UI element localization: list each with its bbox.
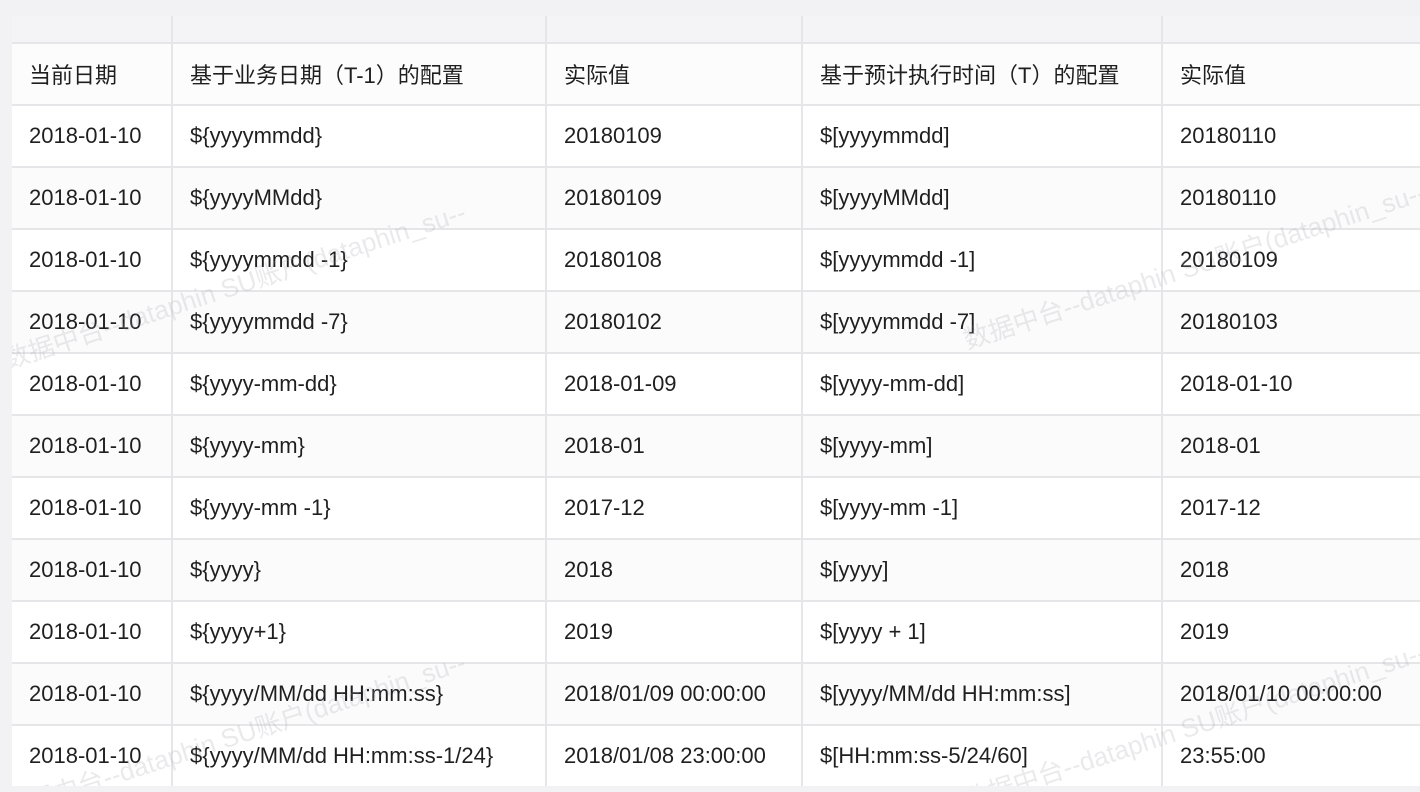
cell-execution-time-value: 20180110 <box>1162 167 1420 230</box>
table-row: 2018-01-10 ${yyyy/MM/dd HH:mm:ss-1/24} 2… <box>12 725 1420 786</box>
cell-business-date-value: 20180102 <box>546 291 803 354</box>
cell-current-date: 2018-01-10 <box>12 663 173 726</box>
cell-current-date: 2018-01-10 <box>12 725 173 786</box>
cell-business-date-config: ${yyyy-mm -1} <box>172 477 547 540</box>
cell-current-date: 2018-01-10 <box>12 415 173 478</box>
cell-execution-time-value: 20180109 <box>1162 229 1420 292</box>
strip-cell <box>1162 16 1420 44</box>
cell-business-date-config: ${yyyymmdd -1} <box>172 229 547 292</box>
cell-execution-time-config: $[yyyy + 1] <box>802 601 1163 664</box>
cell-current-date: 2018-01-10 <box>12 477 173 540</box>
variable-config-table: 当前日期 基于业务日期（T-1）的配置 实际值 基于预计执行时间（T）的配置 实… <box>12 16 1420 786</box>
table-row: 2018-01-10 ${yyyy-mm} 2018-01 $[yyyy-mm]… <box>12 415 1420 478</box>
table-body: 2018-01-10 ${yyyymmdd} 20180109 $[yyyymm… <box>12 105 1420 786</box>
cell-current-date: 2018-01-10 <box>12 229 173 292</box>
table-frame: 当前日期 基于业务日期（T-1）的配置 实际值 基于预计执行时间（T）的配置 实… <box>12 16 1420 786</box>
cell-execution-time-config: $[yyyyMMdd] <box>802 167 1163 230</box>
cell-execution-time-config: $[yyyy] <box>802 539 1163 602</box>
table-row: 2018-01-10 ${yyyy} 2018 $[yyyy] 2018 <box>12 539 1420 602</box>
cell-execution-time-config: $[HH:mm:ss-5/24/60] <box>802 725 1163 786</box>
cell-business-date-value: 2018/01/09 00:00:00 <box>546 663 803 726</box>
cell-business-date-config: ${yyyy} <box>172 539 547 602</box>
cell-business-date-config: ${yyyy-mm-dd} <box>172 353 547 416</box>
table-row: 2018-01-10 ${yyyymmdd -7} 20180102 $[yyy… <box>12 291 1420 354</box>
strip-cell <box>546 16 803 44</box>
cell-execution-time-value: 2018-01-10 <box>1162 353 1420 416</box>
cell-business-date-value: 20180109 <box>546 167 803 230</box>
table-row: 2018-01-10 ${yyyy/MM/dd HH:mm:ss} 2018/0… <box>12 663 1420 726</box>
cell-current-date: 2018-01-10 <box>12 601 173 664</box>
cell-business-date-config: ${yyyy/MM/dd HH:mm:ss} <box>172 663 547 726</box>
cell-business-date-config: ${yyyymmdd} <box>172 105 547 168</box>
table-row: 2018-01-10 ${yyyy+1} 2019 $[yyyy + 1] 20… <box>12 601 1420 664</box>
cell-business-date-value: 20180108 <box>546 229 803 292</box>
header-business-date-config: 基于业务日期（T-1）的配置 <box>172 43 547 106</box>
cell-business-date-value: 20180109 <box>546 105 803 168</box>
header-execution-time-value: 实际值 <box>1162 43 1420 106</box>
cell-execution-time-config: $[yyyymmdd -7] <box>802 291 1163 354</box>
cell-business-date-config: ${yyyy-mm} <box>172 415 547 478</box>
cell-current-date: 2018-01-10 <box>12 353 173 416</box>
cell-execution-time-config: $[yyyymmdd] <box>802 105 1163 168</box>
cell-execution-time-value: 2018-01 <box>1162 415 1420 478</box>
table-top-strip <box>12 16 1420 44</box>
cell-business-date-config: ${yyyy/MM/dd HH:mm:ss-1/24} <box>172 725 547 786</box>
strip-cell <box>802 16 1163 44</box>
table-header-row: 当前日期 基于业务日期（T-1）的配置 实际值 基于预计执行时间（T）的配置 实… <box>12 43 1420 106</box>
cell-business-date-config: ${yyyyMMdd} <box>172 167 547 230</box>
cell-business-date-value: 2019 <box>546 601 803 664</box>
cell-current-date: 2018-01-10 <box>12 539 173 602</box>
cell-execution-time-value: 2019 <box>1162 601 1420 664</box>
cell-current-date: 2018-01-10 <box>12 167 173 230</box>
header-execution-time-config: 基于预计执行时间（T）的配置 <box>802 43 1163 106</box>
table-row: 2018-01-10 ${yyyyMMdd} 20180109 $[yyyyMM… <box>12 167 1420 230</box>
header-current-date: 当前日期 <box>12 43 173 106</box>
cell-execution-time-value: 2017-12 <box>1162 477 1420 540</box>
cell-execution-time-config: $[yyyy-mm] <box>802 415 1163 478</box>
table-row: 2018-01-10 ${yyyymmdd -1} 20180108 $[yyy… <box>12 229 1420 292</box>
cell-execution-time-value: 23:55:00 <box>1162 725 1420 786</box>
cell-business-date-value: 2018-01 <box>546 415 803 478</box>
cell-business-date-value: 2018/01/08 23:00:00 <box>546 725 803 786</box>
cell-execution-time-config: $[yyyy/MM/dd HH:mm:ss] <box>802 663 1163 726</box>
cell-execution-time-value: 2018/01/10 00:00:00 <box>1162 663 1420 726</box>
table-row: 2018-01-10 ${yyyy-mm-dd} 2018-01-09 $[yy… <box>12 353 1420 416</box>
cell-current-date: 2018-01-10 <box>12 291 173 354</box>
table-row: 2018-01-10 ${yyyy-mm -1} 2017-12 $[yyyy-… <box>12 477 1420 540</box>
cell-execution-time-value: 2018 <box>1162 539 1420 602</box>
strip-cell <box>12 16 173 44</box>
cell-execution-time-config: $[yyyy-mm-dd] <box>802 353 1163 416</box>
table-row: 2018-01-10 ${yyyymmdd} 20180109 $[yyyymm… <box>12 105 1420 168</box>
cell-business-date-config: ${yyyy+1} <box>172 601 547 664</box>
cell-execution-time-config: $[yyyy-mm -1] <box>802 477 1163 540</box>
cell-execution-time-value: 20180103 <box>1162 291 1420 354</box>
cell-current-date: 2018-01-10 <box>12 105 173 168</box>
cell-business-date-config: ${yyyymmdd -7} <box>172 291 547 354</box>
strip-cell <box>172 16 547 44</box>
cell-business-date-value: 2017-12 <box>546 477 803 540</box>
cell-execution-time-config: $[yyyymmdd -1] <box>802 229 1163 292</box>
cell-execution-time-value: 20180110 <box>1162 105 1420 168</box>
cell-business-date-value: 2018 <box>546 539 803 602</box>
cell-business-date-value: 2018-01-09 <box>546 353 803 416</box>
header-business-date-value: 实际值 <box>546 43 803 106</box>
